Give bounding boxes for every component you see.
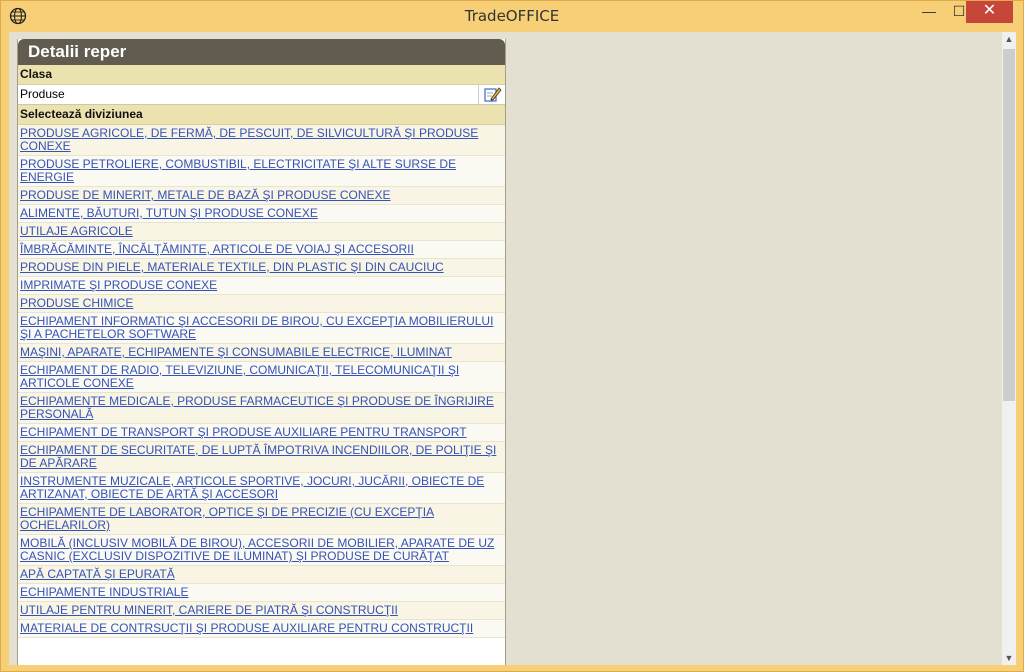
edit-class-button[interactable] [478, 85, 505, 104]
division-link[interactable]: PRODUSE AGRICOLE, DE FERMĂ, DE PESCUIT, … [20, 126, 478, 153]
list-item: PRODUSE AGRICOLE, DE FERMĂ, DE PESCUIT, … [18, 125, 505, 156]
minimize-button[interactable]: — [914, 1, 944, 23]
list-item: ÎMBRĂCĂMINTE, ÎNCĂLŢĂMINTE, ARTICOLE DE … [18, 241, 505, 259]
list-item: ECHIPAMENTE INDUSTRIALE [18, 584, 505, 602]
list-item: UTILAJE AGRICOLE [18, 223, 505, 241]
list-item: ECHIPAMENT INFORMATIC ŞI ACCESORII DE BI… [18, 313, 505, 344]
scroll-thumb[interactable] [1003, 49, 1015, 401]
division-link[interactable]: MOBILĂ (INCLUSIV MOBILĂ DE BIROU), ACCES… [20, 536, 494, 563]
list-item: ALIMENTE, BĂUTURI, TUTUN ŞI PRODUSE CONE… [18, 205, 505, 223]
class-value: Produse [20, 87, 65, 101]
division-link[interactable]: APĂ CAPTATĂ ŞI EPURATĂ [20, 567, 175, 581]
division-list: PRODUSE AGRICOLE, DE FERMĂ, DE PESCUIT, … [18, 125, 505, 638]
division-link[interactable]: ALIMENTE, BĂUTURI, TUTUN ŞI PRODUSE CONE… [20, 206, 318, 220]
list-item: IMPRIMATE ŞI PRODUSE CONEXE [18, 277, 505, 295]
list-item: MOBILĂ (INCLUSIV MOBILĂ DE BIROU), ACCES… [18, 535, 505, 566]
chevron-down-icon: ▼ [1004, 653, 1014, 663]
division-link[interactable]: ECHIPAMENT DE SECURITATE, DE LUPTĂ ÎMPOT… [20, 443, 496, 470]
close-icon: ✕ [982, 2, 997, 19]
class-field: Produse [18, 85, 505, 105]
app-window: TradeOFFICE — ☐ ✕ Detalii reper Clasa Pr… [0, 0, 1024, 672]
division-link[interactable]: PRODUSE CHIMICE [20, 296, 133, 310]
division-link[interactable]: ECHIPAMENTE INDUSTRIALE [20, 585, 188, 599]
division-link[interactable]: ECHIPAMENT INFORMATIC ŞI ACCESORII DE BI… [20, 314, 493, 341]
vertical-scrollbar[interactable]: ▲ ▼ [1002, 32, 1016, 665]
window-title: TradeOFFICE [464, 7, 560, 25]
maximize-icon: ☐ [952, 3, 966, 19]
division-link[interactable]: INSTRUMENTE MUZICALE, ARTICOLE SPORTIVE,… [20, 474, 484, 501]
list-item: APĂ CAPTATĂ ŞI EPURATĂ [18, 566, 505, 584]
division-link[interactable]: UTILAJE PENTRU MINERIT, CARIERE DE PIATR… [20, 603, 398, 617]
client-area: Detalii reper Clasa Produse Selectează d… [9, 32, 1016, 665]
edit-icon [484, 87, 502, 102]
list-item: UTILAJE PENTRU MINERIT, CARIERE DE PIATR… [18, 602, 505, 620]
minimize-icon: — [922, 3, 936, 19]
list-item: INSTRUMENTE MUZICALE, ARTICOLE SPORTIVE,… [18, 473, 505, 504]
division-header: Selectează diviziunea [18, 105, 505, 125]
scroll-down-button[interactable]: ▼ [1002, 651, 1016, 665]
division-link[interactable]: PRODUSE PETROLIERE, COMBUSTIBIL, ELECTRI… [20, 157, 456, 184]
list-item: MAŞINI, APARATE, ECHIPAMENTE ŞI CONSUMAB… [18, 344, 505, 362]
division-link[interactable]: UTILAJE AGRICOLE [20, 224, 133, 238]
title-bar[interactable]: TradeOFFICE — ☐ ✕ [1, 1, 1023, 31]
division-link[interactable]: IMPRIMATE ŞI PRODUSE CONEXE [20, 278, 217, 292]
scroll-up-button[interactable]: ▲ [1002, 32, 1016, 46]
list-item: PRODUSE DIN PIELE, MATERIALE TEXTILE, DI… [18, 259, 505, 277]
list-item: ECHIPAMENT DE RADIO, TELEVIZIUNE, COMUNI… [18, 362, 505, 393]
list-item: PRODUSE CHIMICE [18, 295, 505, 313]
panel-title: Detalii reper [18, 39, 505, 65]
list-item: ECHIPAMENT DE SECURITATE, DE LUPTĂ ÎMPOT… [18, 442, 505, 473]
list-item: ECHIPAMENTE DE LABORATOR, OPTICE ŞI DE P… [18, 504, 505, 535]
division-link[interactable]: MAŞINI, APARATE, ECHIPAMENTE ŞI CONSUMAB… [20, 345, 452, 359]
division-link[interactable]: ECHIPAMENT DE TRANSPORT ŞI PRODUSE AUXIL… [20, 425, 467, 439]
class-header: Clasa [18, 65, 505, 85]
division-link[interactable]: PRODUSE DIN PIELE, MATERIALE TEXTILE, DI… [20, 260, 444, 274]
division-link[interactable]: ECHIPAMENTE DE LABORATOR, OPTICE ŞI DE P… [20, 505, 434, 532]
division-link[interactable]: PRODUSE DE MINERIT, METALE DE BAZĂ ŞI PR… [20, 188, 391, 202]
division-link[interactable]: MATERIALE DE CONTRSUCŢII ŞI PRODUSE AUXI… [20, 621, 473, 635]
list-item: ECHIPAMENTE MEDICALE, PRODUSE FARMACEUTI… [18, 393, 505, 424]
list-item: PRODUSE PETROLIERE, COMBUSTIBIL, ELECTRI… [18, 156, 505, 187]
list-item: ECHIPAMENT DE TRANSPORT ŞI PRODUSE AUXIL… [18, 424, 505, 442]
list-item: PRODUSE DE MINERIT, METALE DE BAZĂ ŞI PR… [18, 187, 505, 205]
details-panel: Detalii reper Clasa Produse Selectează d… [17, 39, 506, 665]
list-item: MATERIALE DE CONTRSUCŢII ŞI PRODUSE AUXI… [18, 620, 505, 638]
division-link[interactable]: ECHIPAMENT DE RADIO, TELEVIZIUNE, COMUNI… [20, 363, 459, 390]
chevron-up-icon: ▲ [1004, 34, 1014, 44]
division-link[interactable]: ÎMBRĂCĂMINTE, ÎNCĂLŢĂMINTE, ARTICOLE DE … [20, 242, 414, 256]
close-button[interactable]: ✕ [966, 1, 1013, 23]
division-link[interactable]: ECHIPAMENTE MEDICALE, PRODUSE FARMACEUTI… [20, 394, 494, 421]
